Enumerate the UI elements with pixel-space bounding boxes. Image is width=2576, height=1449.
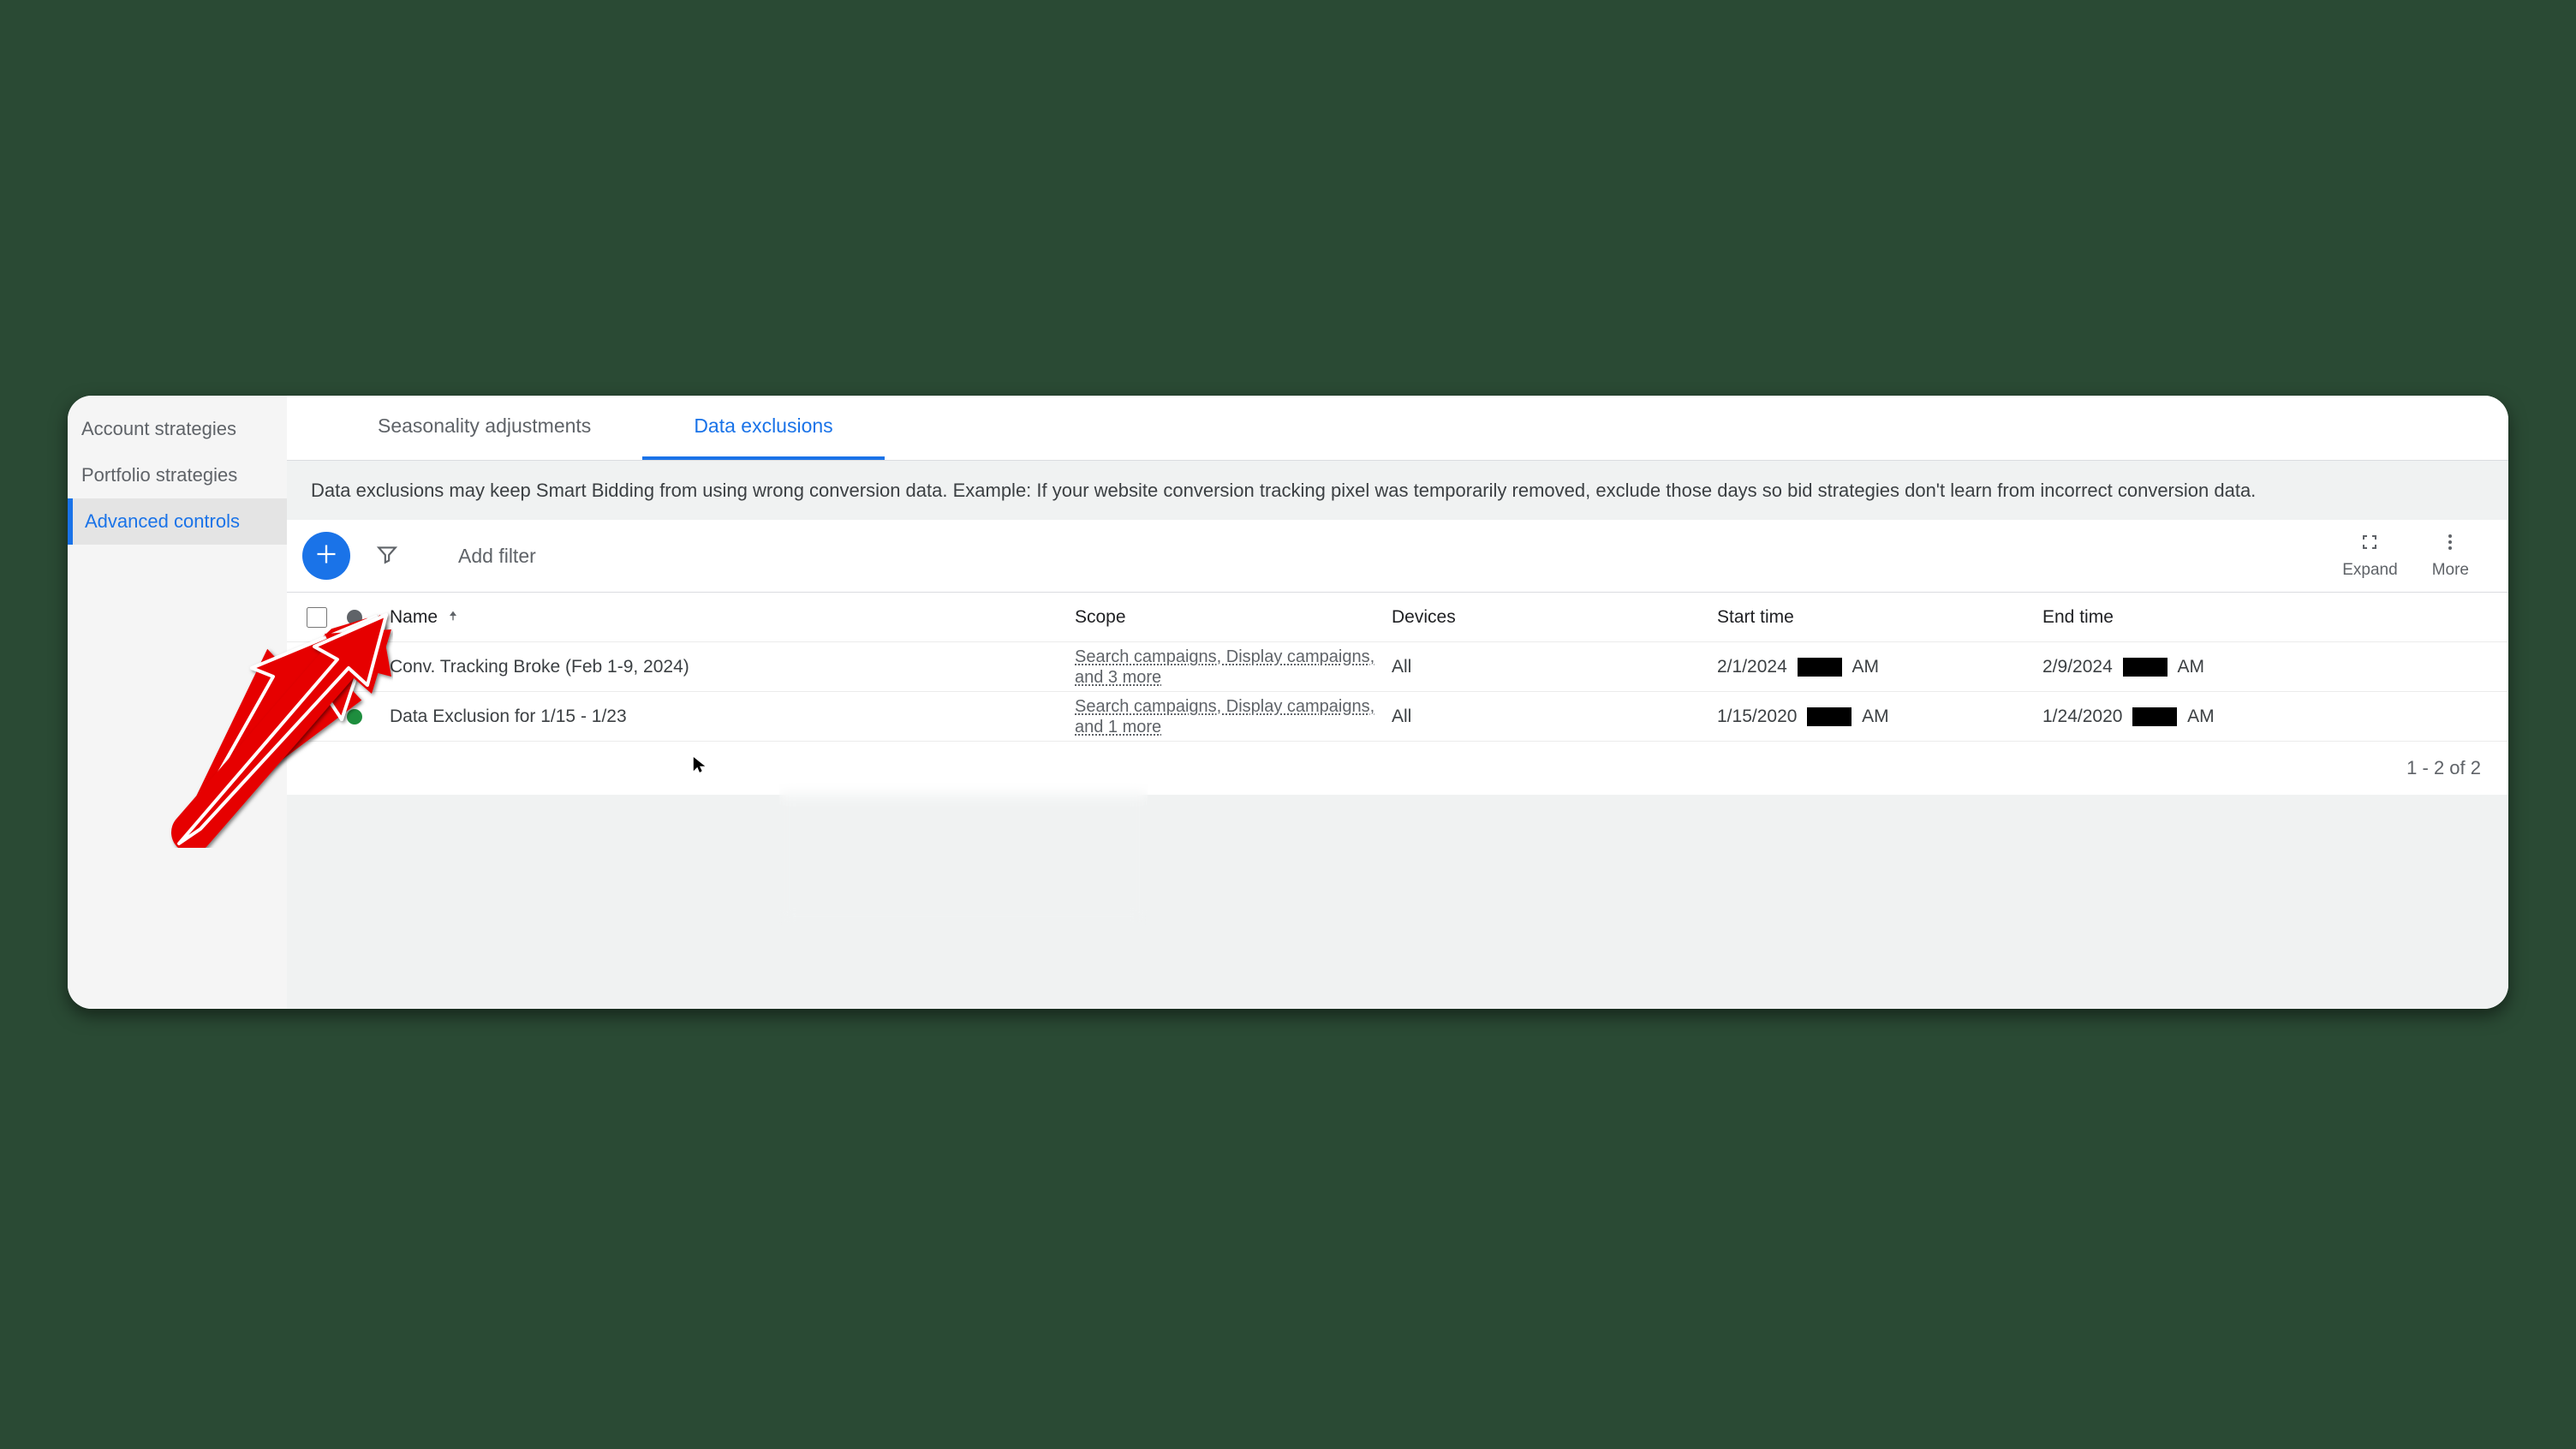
- row-end-time: 1/24/2020 AM: [2042, 707, 2508, 727]
- main-content: Seasonality adjustments Data exclusions …: [287, 396, 2508, 1009]
- redacted-box: [1798, 658, 1842, 677]
- status-enabled-icon: [347, 659, 362, 675]
- table-header-row: Name Scope Devices Start time End time: [287, 593, 2508, 642]
- tab-data-exclusions[interactable]: Data exclusions: [642, 396, 884, 460]
- sidebar: Account strategies Portfolio strategies …: [68, 396, 287, 1009]
- status-header-icon[interactable]: [347, 610, 362, 625]
- filter-button[interactable]: [376, 543, 398, 569]
- column-header-name-label: Name: [390, 607, 438, 628]
- tab-seasonality-adjustments[interactable]: Seasonality adjustments: [326, 396, 642, 460]
- expand-button[interactable]: Expand: [2342, 532, 2397, 580]
- plus-icon: [314, 542, 338, 570]
- row-devices: All: [1392, 707, 1717, 727]
- app-window: Account strategies Portfolio strategies …: [68, 396, 2508, 1009]
- sidebar-item-portfolio-strategies[interactable]: Portfolio strategies: [68, 452, 287, 498]
- more-button[interactable]: More: [2432, 532, 2469, 580]
- redacted-box: [2132, 707, 2177, 726]
- page-description: Data exclusions may keep Smart Bidding f…: [287, 461, 2508, 520]
- redacted-box: [1807, 707, 1852, 726]
- column-header-devices[interactable]: Devices: [1392, 607, 1717, 628]
- sort-ascending-icon: [446, 607, 460, 628]
- column-header-start-time[interactable]: Start time: [1717, 607, 2042, 628]
- pagination-text: 1 - 2 of 2: [287, 742, 2508, 795]
- table-row[interactable]: Conv. Tracking Broke (Feb 1-9, 2024) Sea…: [287, 642, 2508, 692]
- tabs-bar: Seasonality adjustments Data exclusions: [287, 396, 2508, 461]
- table-row[interactable]: Data Exclusion for 1/15 - 1/23 Search ca…: [287, 692, 2508, 742]
- row-start-time: 2/1/2024 AM: [1717, 657, 2042, 677]
- row-start-time: 1/15/2020 AM: [1717, 707, 2042, 727]
- row-checkbox[interactable]: [287, 657, 347, 677]
- more-label: More: [2432, 561, 2469, 580]
- status-enabled-icon: [347, 709, 362, 724]
- expand-icon: [2359, 532, 2380, 558]
- column-header-end-time[interactable]: End time: [2042, 607, 2508, 628]
- redacted-column-blur: [779, 754, 1148, 925]
- redacted-box: [2123, 658, 2168, 677]
- add-button[interactable]: [302, 532, 350, 580]
- row-checkbox[interactable]: [287, 707, 347, 727]
- row-devices: All: [1392, 657, 1717, 677]
- select-all-checkbox[interactable]: [287, 607, 347, 628]
- add-filter-input[interactable]: Add filter: [424, 545, 536, 568]
- sidebar-item-account-strategies[interactable]: Account strategies: [68, 406, 287, 452]
- column-header-scope[interactable]: Scope: [1075, 607, 1392, 628]
- column-header-name[interactable]: Name: [390, 607, 715, 628]
- row-name[interactable]: Data Exclusion for 1/15 - 1/23: [390, 707, 715, 727]
- row-scope-link[interactable]: Search campaigns, Display campaigns, and…: [1075, 697, 1374, 736]
- toolbar: Add filter Expand More: [287, 520, 2508, 593]
- row-end-time: 2/9/2024 AM: [2042, 657, 2508, 677]
- data-table: Name Scope Devices Start time End time C…: [287, 593, 2508, 742]
- sidebar-item-advanced-controls[interactable]: Advanced controls: [68, 498, 287, 545]
- filter-icon: [376, 543, 398, 569]
- row-name[interactable]: Conv. Tracking Broke (Feb 1-9, 2024): [390, 657, 715, 677]
- expand-label: Expand: [2342, 561, 2397, 580]
- more-icon: [2440, 532, 2460, 558]
- row-scope-link[interactable]: Search campaigns, Display campaigns, and…: [1075, 647, 1374, 687]
